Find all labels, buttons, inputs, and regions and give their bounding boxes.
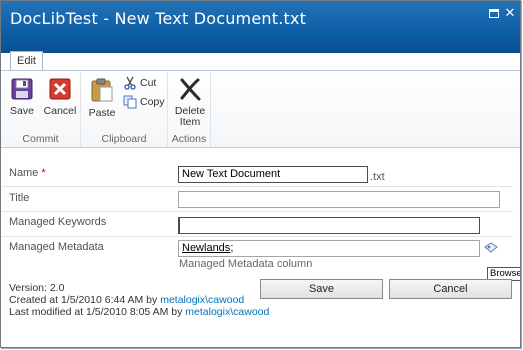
dialog-title: DocLibTest - New Text Document.txt	[10, 9, 307, 28]
actions-group-label: Actions	[171, 133, 207, 145]
clipboard-group: Paste Cut Copy Clipboard	[81, 71, 168, 147]
keywords-row: Managed Keywords	[2, 212, 513, 237]
keywords-input[interactable]	[178, 217, 480, 234]
paste-icon	[91, 78, 113, 102]
cancel-icon	[49, 78, 71, 100]
copy-button[interactable]: Copy	[123, 95, 165, 109]
title-label: Title	[9, 192, 30, 204]
name-label: Name *	[9, 167, 46, 179]
ribbon-cancel-label: Cancel	[43, 105, 77, 117]
metadata-label: Managed Metadata	[9, 241, 104, 253]
created-info: Created at 1/5/2010 6:44 AM by metalogix…	[9, 294, 245, 306]
title-row: Title	[2, 187, 513, 212]
version-text: Version: 2.0	[9, 282, 65, 294]
modified-by-link[interactable]: metalogix\cawood	[185, 306, 269, 318]
delete-icon	[180, 78, 201, 101]
actions-group: Delete Item Actions	[168, 71, 211, 147]
commit-group-label: Commit	[22, 133, 59, 145]
ribbon-save-button[interactable]: Save	[7, 77, 37, 117]
edit-item-dialog: DocLibTest - New Text Document.txt ✕ Edi…	[0, 0, 521, 348]
cancel-button[interactable]: Cancel	[389, 279, 512, 299]
keywords-label: Managed Keywords	[9, 216, 107, 228]
metadata-hint: Managed Metadata column	[179, 258, 313, 270]
ribbon-save-label: Save	[10, 105, 34, 117]
name-input[interactable]: New Text Document	[178, 166, 368, 183]
delete-label-line2: Item	[179, 116, 201, 128]
name-extension: .txt	[370, 171, 385, 183]
metadata-row: Managed Metadata Newlands; Managed Metad…	[2, 237, 513, 271]
browse-icon[interactable]	[483, 241, 499, 255]
title-input[interactable]	[178, 191, 500, 208]
name-row: Name * New Text Document .txt	[2, 159, 513, 187]
cut-button[interactable]: Cut	[123, 76, 156, 90]
clipboard-group-label: Clipboard	[101, 133, 147, 145]
delete-item-button[interactable]: Delete Item	[172, 77, 208, 128]
metadata-term: Newlands	[182, 242, 231, 254]
close-icon[interactable]: ✕	[503, 7, 517, 21]
commit-group: Save Cancel Commit	[1, 71, 81, 147]
cut-icon	[124, 76, 136, 90]
ribbon: Save Cancel Commit Paste Cut Copy Clipbo…	[1, 70, 520, 148]
save-button[interactable]: Save	[260, 279, 383, 299]
title-bar: DocLibTest - New Text Document.txt ✕	[1, 1, 520, 53]
cut-label: Cut	[140, 76, 157, 89]
save-icon	[11, 78, 33, 100]
created-by-link[interactable]: metalogix\cawood	[160, 294, 244, 306]
metadata-input[interactable]: Newlands;	[178, 240, 480, 257]
metadata-separator: ;	[230, 242, 234, 254]
modified-info: Last modified at 1/5/2010 8:05 AM by met…	[9, 306, 270, 318]
copy-icon	[123, 95, 137, 109]
required-marker: *	[41, 167, 46, 179]
maximize-icon[interactable]	[487, 7, 501, 21]
paste-label: Paste	[88, 107, 116, 119]
copy-label: Copy	[140, 95, 165, 108]
ribbon-cancel-button[interactable]: Cancel	[43, 77, 77, 117]
paste-button[interactable]: Paste	[87, 77, 117, 119]
tab-edit[interactable]: Edit	[10, 51, 43, 71]
